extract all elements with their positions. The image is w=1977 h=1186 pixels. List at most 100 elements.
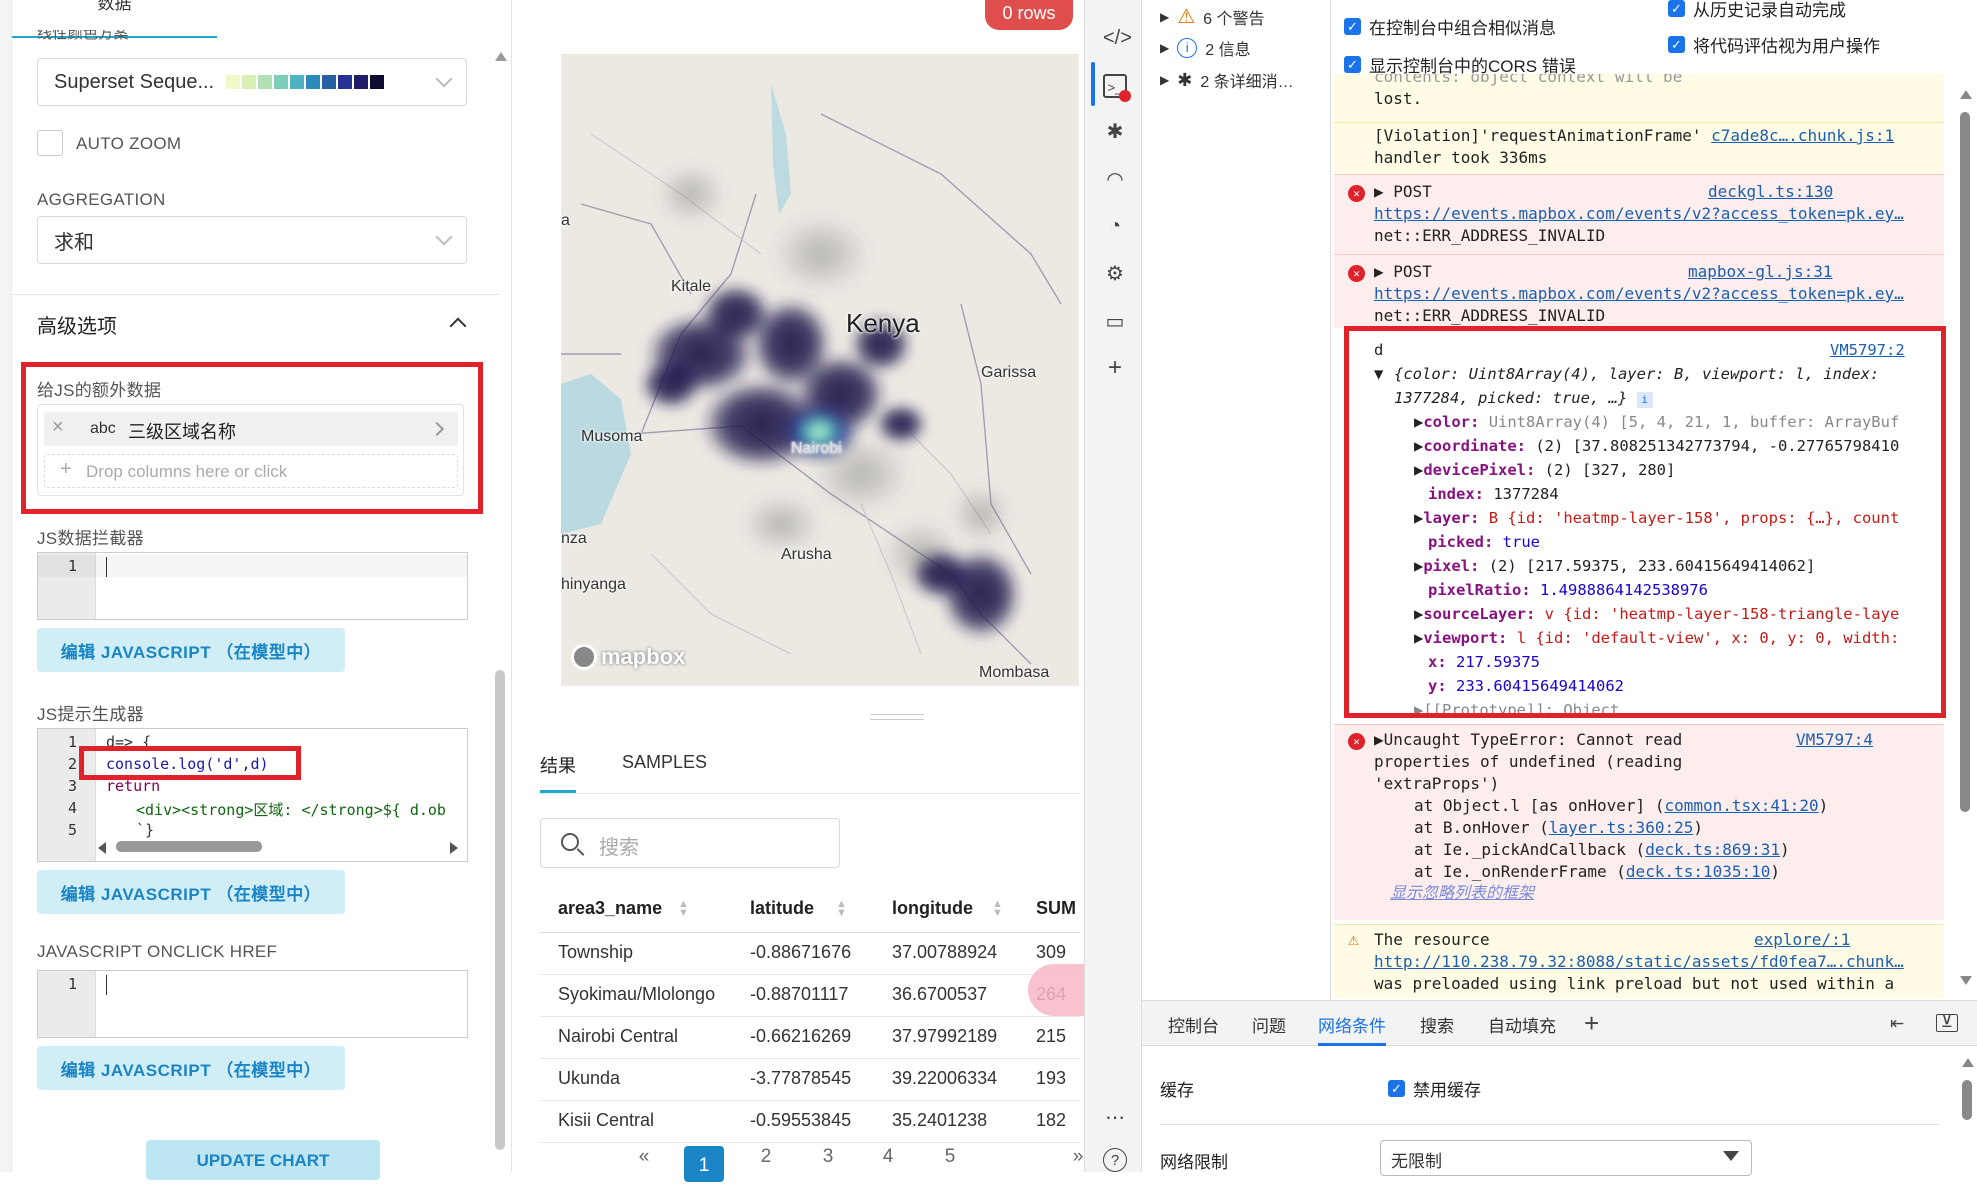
js-interceptor-editor[interactable]: 1 bbox=[37, 552, 468, 620]
drawer-tab[interactable]: 搜索 bbox=[1420, 1012, 1454, 1037]
console-msg-typeerror: ✕ ▶Uncaught TypeError: Cannot read VM5797… bbox=[1334, 724, 1944, 920]
tab-samples[interactable]: SAMPLES bbox=[622, 752, 707, 773]
highlight-box-console-log bbox=[79, 746, 301, 780]
edit-js-tooltip-button[interactable]: 编辑 JAVASCRIPT （在模型中） bbox=[37, 870, 345, 914]
edit-js-onclick-button[interactable]: 编辑 JAVASCRIPT （在模型中） bbox=[37, 1046, 345, 1090]
tab-results[interactable]: 结果 bbox=[540, 752, 576, 778]
autocomplete-history-checkbox[interactable]: ✓ 从历史记录自动完成 bbox=[1668, 0, 1846, 21]
wifi-icon[interactable]: ◠ bbox=[1103, 168, 1127, 192]
stack-link-deck-render[interactable]: deck.ts:1035:10 bbox=[1626, 862, 1771, 881]
column-header[interactable]: area3_name bbox=[558, 898, 662, 919]
remove-column-icon[interactable]: × bbox=[52, 416, 64, 439]
resource-source-link[interactable]: explore/:1 bbox=[1754, 929, 1850, 951]
drawer-tab[interactable]: 控制台 bbox=[1168, 1012, 1219, 1037]
error-icon: ✕ bbox=[1348, 265, 1365, 282]
drawer-tab[interactable]: 网络条件 bbox=[1318, 1012, 1386, 1046]
console-msg-resource: ⚠ The resource explore/:1 http://110.238.… bbox=[1334, 924, 1944, 998]
column-header[interactable]: longitude bbox=[892, 898, 973, 919]
add-panel-icon[interactable]: + bbox=[1103, 356, 1127, 380]
application-icon[interactable]: ▭ bbox=[1103, 310, 1127, 334]
divider bbox=[12, 294, 500, 295]
resize-handle[interactable] bbox=[870, 714, 924, 720]
scroll-down-icon[interactable] bbox=[1960, 976, 1972, 985]
table-cell: 309 bbox=[1036, 942, 1067, 962]
scroll-left-icon[interactable] bbox=[98, 842, 106, 854]
post2-url-link[interactable]: https://events.mapbox.com/events/v2?acce… bbox=[1374, 283, 1944, 305]
table-cell: Syokimau/Mlolongo bbox=[558, 984, 716, 1004]
color-swatch bbox=[354, 75, 369, 89]
divider bbox=[1330, 0, 1331, 1000]
scroll-up-icon[interactable] bbox=[1960, 90, 1972, 99]
auto-zoom-checkbox[interactable] bbox=[37, 130, 63, 156]
throttle-select[interactable]: 无限制 bbox=[1380, 1140, 1752, 1176]
sort-icon[interactable]: ▲ ▼ bbox=[836, 899, 847, 919]
drawer-tab[interactable]: 自动填充 bbox=[1488, 1012, 1556, 1037]
page-button[interactable]: 2 bbox=[746, 1146, 786, 1168]
close-drawer-icon[interactable]: ⊻ bbox=[1936, 1013, 1958, 1032]
dock-icon[interactable]: ⇤ bbox=[1890, 1014, 1904, 1034]
prev-page-button[interactable]: « bbox=[624, 1146, 664, 1168]
post1-url-link[interactable]: https://events.mapbox.com/events/v2?acce… bbox=[1374, 203, 1944, 225]
results-search-input[interactable]: 搜索 bbox=[540, 818, 840, 868]
sort-icon[interactable]: ▲ ▼ bbox=[678, 899, 689, 919]
error-icon: ✕ bbox=[1348, 733, 1365, 750]
show-ignored-frames-link[interactable]: 显示忽略列表的框架 bbox=[1374, 883, 1944, 905]
more-icon[interactable]: ⋯ bbox=[1103, 1106, 1127, 1130]
page-button[interactable]: 4 bbox=[868, 1146, 908, 1168]
edit-js-interceptor-button[interactable]: 编辑 JAVASCRIPT （在模型中） bbox=[37, 628, 345, 672]
post2-source-link[interactable]: mapbox-gl.js:31 bbox=[1688, 261, 1833, 283]
page-button[interactable]: 1 bbox=[684, 1146, 724, 1182]
column-header[interactable]: SUM bbox=[1036, 898, 1076, 919]
drawer-scroll-up-icon[interactable] bbox=[1962, 1058, 1974, 1067]
page-button[interactable]: 3 bbox=[808, 1146, 848, 1168]
sort-icon[interactable]: ▲ ▼ bbox=[992, 899, 1003, 919]
aggregation-select[interactable]: 求和 bbox=[37, 216, 467, 264]
info-icon: i bbox=[1177, 38, 1198, 58]
scroll-right-icon[interactable] bbox=[450, 842, 458, 854]
memory-icon[interactable]: ⚙ bbox=[1103, 262, 1127, 286]
table-cell: 35.2401238 bbox=[892, 1110, 988, 1130]
page-button[interactable]: 5 bbox=[930, 1146, 970, 1168]
sidebar-info[interactable]: ▶ i 2 信息 bbox=[1160, 36, 1251, 60]
console-msg-post1: ✕ ▶ POST deckgl.ts:130 https://events.map… bbox=[1334, 174, 1944, 254]
console-scrollbar[interactable] bbox=[1960, 112, 1970, 812]
chevron-up-icon[interactable] bbox=[449, 317, 467, 335]
table-cell: 37.00788924 bbox=[892, 942, 998, 962]
stack-link-layer[interactable]: layer.ts:360:25 bbox=[1549, 818, 1694, 837]
sidebar-verbose[interactable]: ▶ ✱ 2 条详细消… bbox=[1160, 68, 1294, 92]
table-cell: -0.66216269 bbox=[750, 1026, 852, 1046]
heatmap-map[interactable]: Kitale Kenya Garissa Musoma Nairobi Arus… bbox=[561, 54, 1079, 686]
map-label-arusha: Arusha bbox=[781, 546, 832, 563]
typeerror-source-link[interactable]: VM5797:4 bbox=[1796, 729, 1873, 751]
violation-source-link[interactable]: c7ade8c….chunk.js:1 bbox=[1711, 126, 1894, 145]
update-chart-button[interactable]: UPDATE CHART bbox=[146, 1140, 380, 1180]
aggregation-value: 求和 bbox=[54, 231, 94, 254]
color-swatch bbox=[226, 75, 241, 89]
bug-icon[interactable]: ✱ bbox=[1103, 120, 1127, 144]
eval-user-checkbox[interactable]: ✓ 将代码评估视为用户操作 bbox=[1668, 32, 1880, 57]
group-similar-checkbox[interactable]: ✓ 在控制台中组合相似消息 bbox=[1344, 14, 1556, 39]
color-scheme-select[interactable]: Superset Seque... bbox=[37, 58, 467, 106]
add-tab-icon[interactable]: + bbox=[1584, 1008, 1599, 1039]
console-msg-lost: contents: object context will be lost. bbox=[1334, 74, 1944, 122]
editor-hscroll-thumb[interactable] bbox=[116, 841, 262, 852]
js-onclick-editor[interactable]: 1 bbox=[37, 970, 468, 1038]
post1-source-link[interactable]: deckgl.ts:130 bbox=[1708, 181, 1833, 203]
stack-link-deck-pick[interactable]: deck.ts:869:31 bbox=[1645, 840, 1780, 859]
drawer-scrollbar[interactable] bbox=[1962, 1080, 1972, 1120]
column-header[interactable]: latitude bbox=[750, 898, 814, 919]
resource-url-link[interactable]: http://110.238.79.32:8088/static/assets/… bbox=[1374, 951, 1944, 973]
advanced-section-title[interactable]: 高级选项 bbox=[37, 310, 117, 339]
scroll-up-arrow-icon[interactable] bbox=[495, 52, 507, 61]
elements-code-icon[interactable]: </> bbox=[1103, 26, 1132, 50]
performance-icon[interactable]: ◔ bbox=[1103, 214, 1127, 238]
floating-widget[interactable] bbox=[1028, 964, 1084, 1016]
panel-scrollbar[interactable] bbox=[495, 670, 505, 1150]
sidebar-warnings[interactable]: ▶ ⚠ 6 个警告 bbox=[1160, 4, 1265, 29]
drawer-tab[interactable]: 问题 bbox=[1252, 1012, 1286, 1037]
dropdown-caret-icon bbox=[1723, 1151, 1739, 1161]
map-label-garissa: Garissa bbox=[981, 364, 1037, 381]
disable-cache-checkbox[interactable]: ✓ 禁用缓存 bbox=[1388, 1076, 1481, 1101]
stack-link-common[interactable]: common.tsx:41:20 bbox=[1664, 796, 1818, 815]
help-icon[interactable]: ? bbox=[1103, 1148, 1127, 1172]
